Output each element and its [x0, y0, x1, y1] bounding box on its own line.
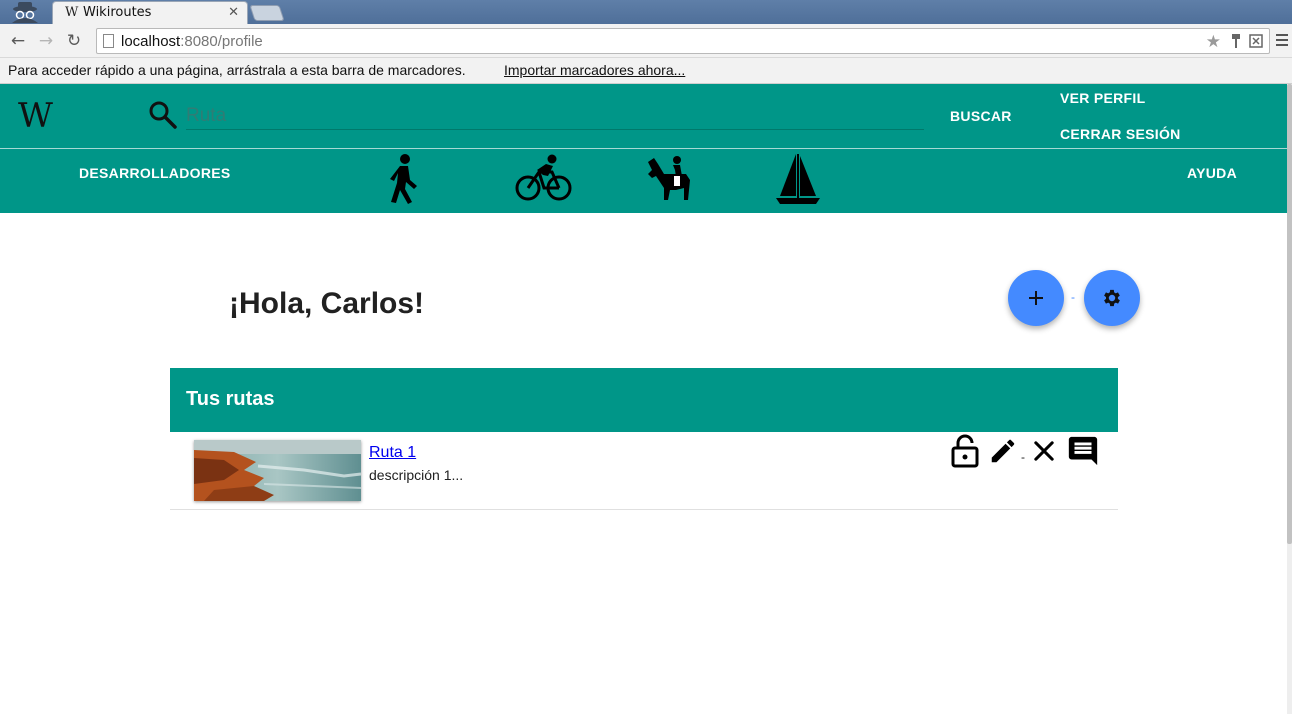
- page-title: ¡Hola, Carlos!: [229, 287, 425, 320]
- url-text[interactable]: localhost:8080/profile: [121, 33, 263, 50]
- ayuda-link[interactable]: AYUDA: [1187, 165, 1237, 181]
- site-header: W BUSCAR VER PERFIL CERRAR SESIÓN DESARR…: [0, 84, 1287, 213]
- gear-icon: [1104, 289, 1120, 307]
- bookmarks-bar: Para acceder rápido a una página, arrást…: [0, 58, 1292, 84]
- delete-close-icon[interactable]: [1030, 437, 1058, 465]
- browser-tab[interactable]: W Wikiroutes ✕: [52, 1, 248, 24]
- comment-icon[interactable]: [1066, 434, 1100, 468]
- route-description: descripción 1...: [369, 467, 464, 483]
- route-action-separator: -: [1021, 450, 1025, 464]
- tab-favicon: W: [65, 5, 79, 20]
- route-list-item: Ruta 1 descripción 1... -: [170, 432, 1118, 510]
- reload-icon[interactable]: ↻: [64, 31, 84, 51]
- routes-card-header: Tus rutas: [170, 368, 1118, 432]
- tab-title: Wikiroutes: [83, 5, 152, 20]
- walking-icon[interactable]: [384, 153, 422, 205]
- desarrolladores-link[interactable]: DESARROLLADORES: [79, 165, 231, 181]
- url-path: :8080/profile: [180, 33, 263, 50]
- plus-icon-vertical: [1035, 291, 1037, 305]
- url-host: localhost: [121, 33, 181, 50]
- page-scrollbar-thumb[interactable]: [1287, 84, 1292, 544]
- browser-toolbar: ← → ↻ localhost:8080/profile ★: [0, 24, 1292, 58]
- route-thumbnail[interactable]: [194, 440, 361, 501]
- page-icon: [103, 34, 114, 48]
- ver-perfil-link[interactable]: VER PERFIL: [1060, 90, 1145, 106]
- add-route-button[interactable]: [1008, 270, 1064, 326]
- cycling-icon[interactable]: [515, 154, 573, 202]
- extension-box-icon[interactable]: [1249, 34, 1263, 48]
- import-bookmarks-link[interactable]: Importar marcadores ahora...: [504, 62, 685, 78]
- page-content: W BUSCAR VER PERFIL CERRAR SESIÓN DESARR…: [0, 84, 1287, 714]
- routes-card-title: Tus rutas: [186, 388, 275, 410]
- settings-button[interactable]: [1084, 270, 1140, 326]
- buscar-button[interactable]: BUSCAR: [950, 108, 1012, 124]
- edit-pencil-icon[interactable]: [988, 436, 1018, 466]
- browser-menu-icon[interactable]: [1276, 34, 1288, 46]
- bookmark-star-icon[interactable]: ★: [1206, 32, 1221, 52]
- incognito-icon: [12, 2, 38, 23]
- search-input[interactable]: [186, 102, 924, 130]
- routes-card: Tus rutas Ruta 1 descripción 1... -: [170, 368, 1118, 510]
- bookmarks-hint: Para acceder rápido a una página, arrást…: [8, 62, 466, 78]
- search-icon: [149, 101, 177, 129]
- route-name-link[interactable]: Ruta 1: [369, 444, 416, 462]
- cerrar-sesion-link[interactable]: CERRAR SESIÓN: [1060, 126, 1181, 142]
- address-bar[interactable]: localhost:8080/profile ★: [96, 28, 1270, 54]
- route-thumbnail-image: [194, 440, 361, 501]
- wikipedia-logo[interactable]: W: [18, 96, 53, 136]
- browser-tab-strip: W Wikiroutes ✕: [0, 0, 1292, 24]
- tab-close-icon[interactable]: ✕: [228, 5, 239, 20]
- header-divider: [0, 148, 1287, 149]
- forward-arrow-icon[interactable]: →: [36, 31, 56, 51]
- fab-separator: -: [1071, 290, 1075, 304]
- back-arrow-icon[interactable]: ←: [8, 31, 28, 51]
- new-tab-button[interactable]: [249, 5, 285, 21]
- sailing-icon[interactable]: [774, 152, 822, 206]
- horse-riding-icon[interactable]: [646, 156, 692, 202]
- lock-open-icon[interactable]: [950, 434, 980, 468]
- extension-key-icon[interactable]: [1229, 33, 1243, 49]
